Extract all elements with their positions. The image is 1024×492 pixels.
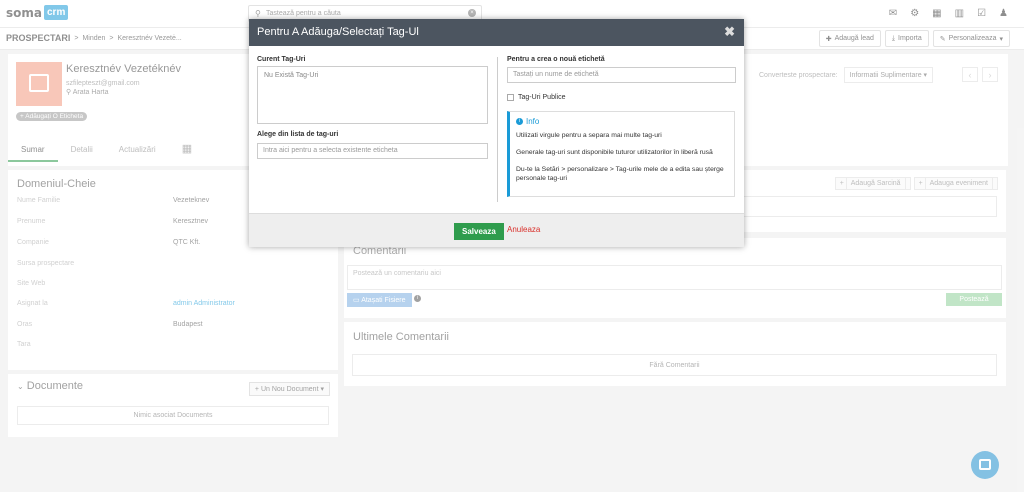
modal-divider	[497, 57, 498, 202]
new-tag-label: Pentru a crea o nouă etichetă	[507, 56, 605, 63]
close-icon[interactable]: ✖	[724, 24, 735, 40]
current-tags-empty: Nu Există Tag-Uri	[264, 72, 319, 79]
modal-footer: Salveaza Anuleaza	[249, 213, 744, 247]
info-box: i Info Utilizati virgule pentru a separa …	[507, 111, 735, 197]
modal-header: Pentru A Adăuga/Selectați Tag-Ul ✖	[249, 19, 744, 46]
current-tags-label: Curent Tag-Uri	[257, 56, 306, 63]
info-title: Info	[526, 117, 540, 126]
new-tag-input[interactable]: Tastați un nume de etichetă	[507, 67, 736, 83]
info-line: Utilizati virgule pentru a separa mai mu…	[516, 132, 662, 139]
modal-title: Pentru A Adăuga/Selectați Tag-Ul	[257, 26, 419, 38]
tag-modal: Pentru A Adăuga/Selectați Tag-Ul ✖ Curen…	[249, 19, 744, 247]
current-tags-box: Nu Există Tag-Uri	[257, 66, 488, 124]
choose-tags-input[interactable]: Intra aici pentru a selecta existente et…	[257, 143, 488, 159]
public-tags-label: Tag-Uri Publice	[518, 94, 566, 101]
choose-tags-label: Alege din lista de tag-uri	[257, 131, 339, 138]
public-tags-checkbox[interactable]: Tag-Uri Publice	[507, 94, 565, 101]
checkbox[interactable]	[507, 94, 514, 101]
cancel-link[interactable]: Anuleaza	[507, 225, 540, 234]
info-heading: i Info	[516, 117, 728, 126]
info-icon: i	[516, 118, 523, 125]
info-line: Du-te la Setări > personalizare > Tag-ur…	[516, 166, 724, 182]
save-button[interactable]: Salveaza	[454, 223, 504, 240]
info-line: Generale tag-uri sunt disponibile tuturo…	[516, 149, 713, 156]
